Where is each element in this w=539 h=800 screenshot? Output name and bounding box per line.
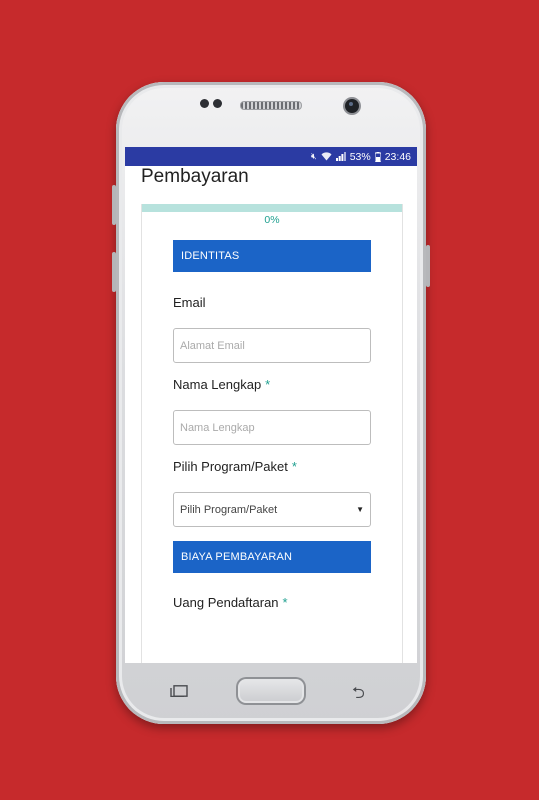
uang-pendaftaran-label: Uang Pendaftaran * (173, 595, 288, 610)
chevron-down-icon: ▼ (356, 505, 364, 514)
required-marker: * (282, 595, 288, 610)
battery-percent: 53% (349, 150, 371, 163)
email-placeholder: Alamat Email (180, 339, 245, 352)
uang-pendaftaran-label-text: Uang Pendaftaran (173, 595, 279, 610)
program-label: Pilih Program/Paket * (173, 459, 297, 474)
wifi-icon (321, 152, 332, 161)
progress-percent: 0% (264, 214, 280, 226)
mute-icon: 🔇︎ (311, 151, 317, 161)
email-field[interactable]: Alamat Email (173, 328, 371, 363)
battery-icon (374, 151, 381, 162)
signal-icon (335, 152, 346, 161)
volume-button (112, 185, 116, 225)
power-button (426, 245, 430, 287)
clock: 23:46 (384, 150, 411, 163)
earpiece-speaker (240, 101, 302, 110)
nama-lengkap-field[interactable]: Nama Lengkap (173, 410, 371, 445)
section-header-biaya: BIAYA PEMBAYARAN (173, 541, 371, 573)
back-icon[interactable]: ⮌ (352, 682, 365, 709)
recent-apps-icon[interactable] (170, 685, 188, 697)
required-marker: * (291, 459, 297, 474)
page-title: Pembayaran (141, 166, 249, 187)
form-card: 0% IDENTITAS Email Alamat Email Nama Len… (141, 204, 403, 663)
program-label-text: Pilih Program/Paket (173, 459, 288, 474)
email-label-text: Email (173, 295, 206, 310)
program-selected-value: Pilih Program/Paket (180, 503, 278, 516)
section-header-identitas: IDENTITAS (173, 240, 371, 272)
nama-lengkap-label: Nama Lengkap * (173, 377, 270, 392)
phone-screen: 🔇︎ 53% 23:46 Pembayaran 0% IDENTITAS Ema… (125, 147, 417, 663)
email-label: Email (173, 295, 206, 310)
progress-bar (142, 204, 402, 212)
nama-lengkap-label-text: Nama Lengkap (173, 377, 262, 392)
required-marker: * (265, 377, 271, 392)
status-bar: 🔇︎ 53% 23:46 (125, 147, 417, 166)
program-select[interactable]: Pilih Program/Paket ▼ (173, 492, 371, 527)
volume-button-lower (112, 252, 116, 292)
sensor-dots (200, 99, 222, 108)
home-button[interactable] (236, 677, 306, 705)
front-camera-icon (345, 99, 359, 113)
nama-lengkap-placeholder: Nama Lengkap (180, 421, 255, 434)
